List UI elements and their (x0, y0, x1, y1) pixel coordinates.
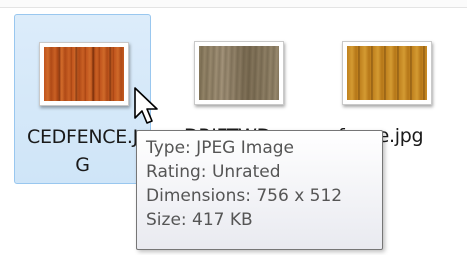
file-thumbnail[interactable] (342, 41, 432, 105)
file-name-line-2: G (75, 154, 90, 176)
toolbar-divider (0, 0, 467, 8)
wood-image-preview (199, 46, 279, 100)
file-thumbnail[interactable] (39, 42, 129, 106)
wood-image-preview (44, 47, 124, 101)
tooltip-size: Size: 417 KB (146, 210, 253, 230)
wood-image-preview (347, 46, 427, 100)
mouse-pointer-icon (134, 87, 158, 124)
file-info-tooltip: Type: JPEG Image Rating: Unrated Dimensi… (136, 130, 383, 250)
tooltip-type: Type: JPEG Image (146, 138, 295, 158)
tooltip-dimensions: Dimensions: 756 x 512 (146, 186, 343, 206)
tooltip-rating: Rating: Unrated (146, 162, 281, 182)
file-name: CEDFENCE.J G (15, 123, 150, 179)
file-thumbnail[interactable] (194, 41, 284, 105)
